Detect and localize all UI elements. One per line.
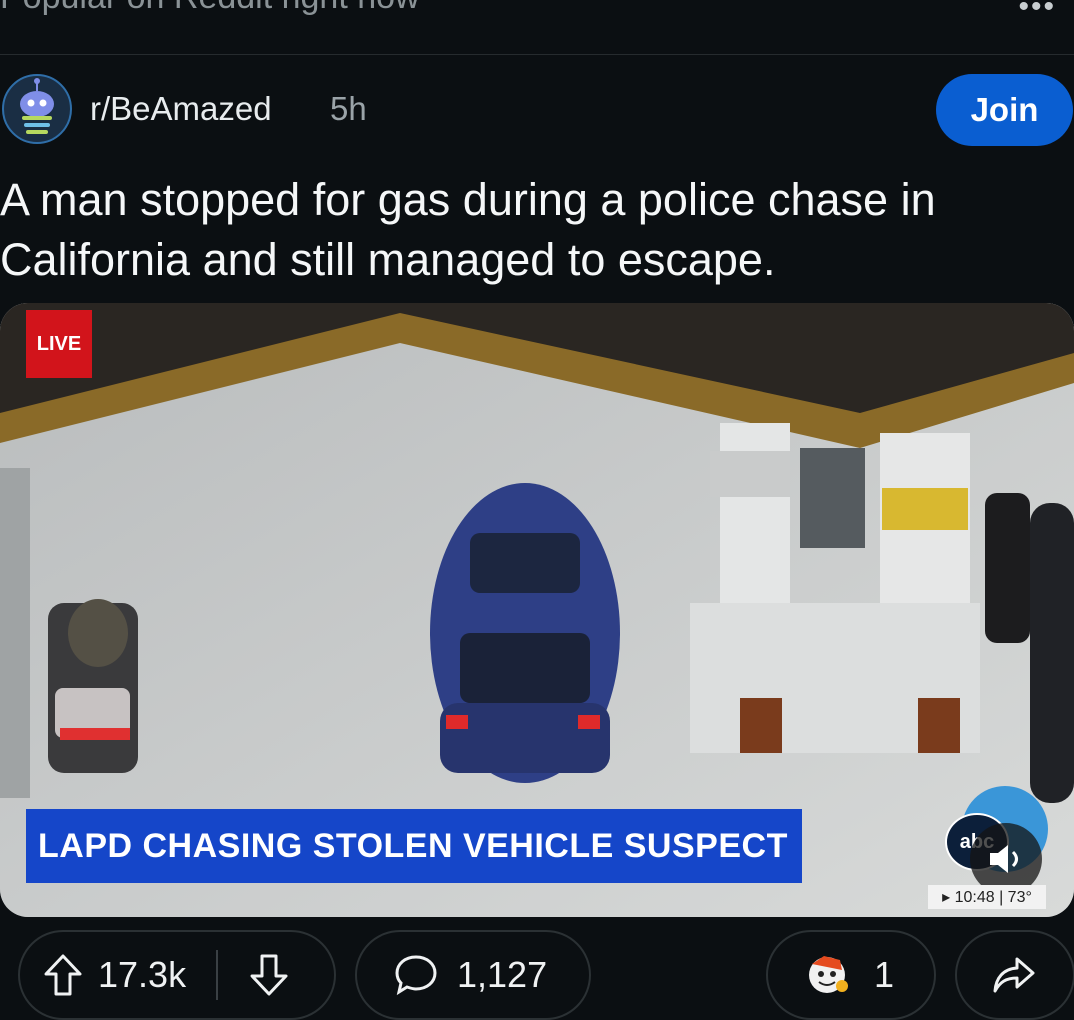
video-player[interactable]: LIVE LAPD CHASING STOLEN VEHICLE SUSPECT… (0, 303, 1074, 917)
vote-divider (216, 950, 219, 1000)
subreddit-avatar[interactable] (2, 74, 72, 144)
comment-count: 1,127 (457, 954, 548, 995)
downvote-icon[interactable] (248, 952, 290, 998)
action-bar: 17.3k 1,127 1 (0, 930, 1074, 1020)
vote-pill: 17.3k (18, 930, 336, 1020)
award-button[interactable]: 1 (766, 930, 936, 1020)
comment-icon (393, 952, 439, 998)
section-title: Popular on Reddit right now (0, 0, 420, 17)
upvote-count: 17.3k (98, 954, 187, 995)
subreddit-name[interactable]: r/BeAmazed (90, 90, 272, 128)
join-button[interactable]: Join (936, 74, 1073, 146)
share-icon (991, 953, 1037, 997)
top-bar: Popular on Reddit right now ••• (0, 0, 1074, 55)
post-age: 5h (330, 90, 367, 127)
news-banner: LAPD CHASING STOLEN VEHICLE SUSPECT (26, 809, 802, 883)
award-icon (802, 950, 852, 1000)
post-title[interactable]: A man stopped for gas during a police ch… (0, 170, 1070, 290)
more-icon[interactable]: ••• (1018, 0, 1056, 24)
share-button[interactable] (955, 930, 1074, 1020)
post-header: r/BeAmazed 5h Join (0, 72, 1074, 152)
award-count: 1 (874, 954, 895, 995)
comments-button[interactable]: 1,127 (355, 930, 591, 1020)
live-badge: LIVE (26, 310, 92, 378)
upvote-icon[interactable] (42, 952, 84, 998)
time-temperature: ▸ 10:48 | 73° (928, 885, 1046, 909)
